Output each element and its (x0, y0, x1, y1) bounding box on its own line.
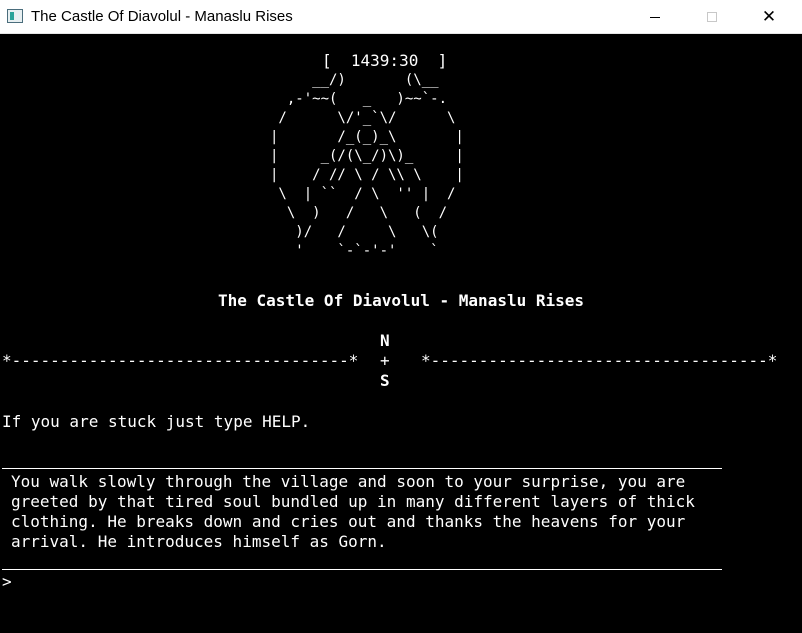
compass-north: N (380, 331, 390, 350)
command-prompt[interactable]: > (2, 572, 12, 592)
ascii-art-line: | / // \ / \\ \ | (270, 167, 464, 183)
title-bar[interactable]: The Castle Of Diavolul - Manaslu Rises ✕ (0, 0, 802, 34)
narration-top-divider (2, 468, 722, 469)
close-icon: ✕ (761, 6, 777, 27)
minimize-button[interactable] (632, 0, 678, 34)
compass-rule-right: *-----------------------------------* (421, 351, 778, 370)
window-title: The Castle Of Diavolul - Manaslu Rises (31, 8, 293, 25)
maximize-button[interactable] (689, 0, 735, 34)
compass-south: S (380, 371, 390, 390)
compass-center: + (380, 351, 390, 370)
narration-line: greeted by that tired soul bundled up in… (11, 492, 695, 511)
ascii-art-line: __/) (\__ (270, 72, 439, 88)
ascii-art-line: \ | `` / \ '' | / (270, 186, 456, 202)
maximize-icon (707, 12, 717, 22)
ascii-art-line: / \/'_`\/ \ (270, 110, 456, 126)
ascii-art-emblem: __/) (\__ ,-'~~( _ )~~`-. / \/'_`\/ \ | /… (270, 71, 464, 261)
compass-rule-left: *-----------------------------------* (2, 351, 359, 370)
narration-bottom-divider (2, 569, 722, 570)
ascii-art-line: )/ / \ \( (270, 224, 439, 240)
game-timer: [ 1439:30 ] (322, 51, 448, 70)
console-app-icon (7, 9, 23, 23)
ascii-art-line: ,-'~~( _ )~~`-. (270, 91, 448, 107)
ascii-art-line: ' `-`-'-' ` (270, 243, 439, 259)
help-hint: If you are stuck just type HELP. (2, 412, 311, 431)
narration-line: You walk slowly through the village and … (11, 472, 686, 491)
ascii-art-line: | /_(_)_\ | (270, 129, 464, 145)
game-title: The Castle Of Diavolul - Manaslu Rises (217, 291, 585, 310)
close-button[interactable]: ✕ (746, 0, 792, 34)
narration-line: arrival. He introduces himself as Gorn. (11, 532, 387, 551)
minimize-icon (650, 16, 660, 18)
narration-line: clothing. He breaks down and cries out a… (11, 512, 686, 531)
ascii-art-line: \ ) / \ ( / (270, 205, 448, 221)
narration-text: You walk slowly through the village and … (11, 472, 695, 552)
ascii-art-line: | _(/(\_/)\)_ | (270, 148, 464, 164)
console-window: The Castle Of Diavolul - Manaslu Rises ✕… (0, 0, 802, 633)
console-output[interactable]: [ 1439:30 ] __/) (\__ ,-'~~( _ )~~`-. / … (0, 34, 802, 633)
